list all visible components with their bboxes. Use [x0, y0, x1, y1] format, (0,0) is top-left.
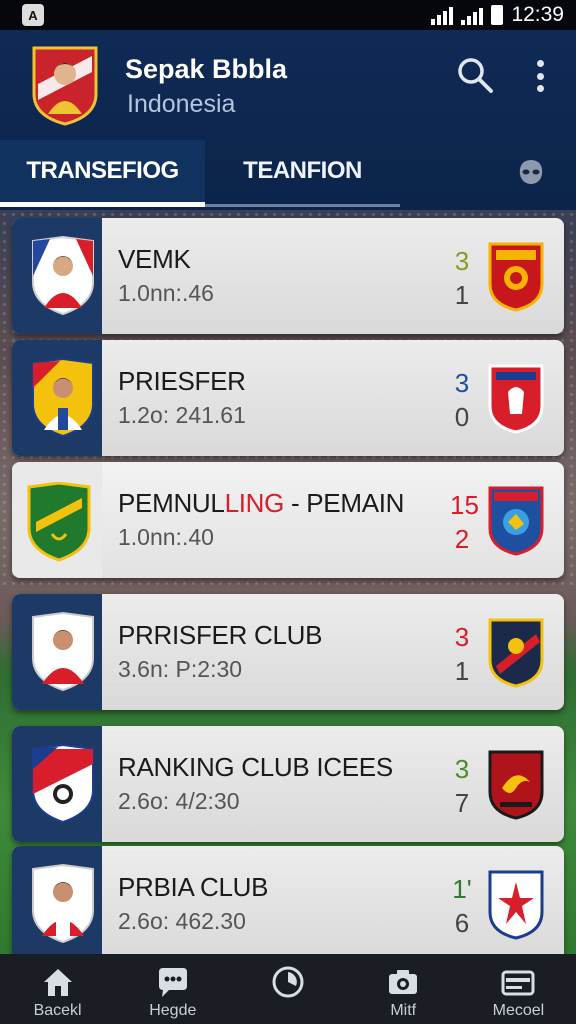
nav-item-camera[interactable]: Mitf — [346, 954, 461, 1024]
score-top: 3 — [454, 754, 470, 784]
score-top: 1' — [452, 874, 472, 904]
list-item[interactable]: VEMK 1.0nn:.46 3 1 — [12, 218, 564, 334]
home-icon — [43, 969, 72, 996]
opponent-badge-icon — [488, 618, 544, 688]
match-time: 3.6n: P:2:30 — [118, 656, 243, 682]
score-top: 3 — [454, 368, 470, 398]
list-item[interactable]: PRBIA CLUB 2.6o: 462.30 1' 6 — [12, 846, 564, 962]
match-name-highlight: LING — [224, 488, 285, 518]
notification-icon: A — [22, 4, 44, 26]
match-time: 1.0nn:.40 — [118, 524, 214, 550]
wifi-signal-icon — [431, 5, 454, 25]
nav-label: Mecoel — [492, 1002, 545, 1019]
alien-icon[interactable] — [516, 157, 546, 187]
player-crest-icon — [32, 358, 94, 438]
match-time: 2.6o: 4/2:30 — [118, 788, 240, 814]
nav-item-home[interactable]: Bacekl — [0, 954, 115, 1024]
tab-transefiog[interactable]: TRANSEFIOG — [0, 140, 205, 202]
nav-label: Bacekl — [33, 1002, 82, 1019]
match-time: 1.2o: 241.61 — [118, 402, 246, 428]
match-name: PEMNULLING - PEMAIN — [118, 488, 405, 518]
club-crest-icon — [27, 482, 91, 562]
camera-icon — [389, 970, 418, 994]
score-bottom: 0 — [454, 402, 470, 432]
opponent-badge-icon — [488, 364, 544, 434]
app-subtitle: Indonesia — [127, 90, 236, 118]
list-item[interactable]: PEMNULLING - PEMAIN 1.0nn:.40 15 2 — [12, 462, 564, 578]
list-item[interactable]: RANKING CLUB ICEES 2.6o: 4/2:30 3 7 — [12, 726, 564, 842]
status-bar: A 12:39 — [0, 0, 576, 30]
match-name: RANKING CLUB ICEES — [118, 752, 393, 782]
bottom-navigation: Bacekl Hegde Mitf Mecoel — [0, 954, 576, 1024]
cell-signal-icon — [461, 5, 484, 25]
match-time: 2.6o: 462.30 — [118, 908, 246, 934]
wallet-icon — [501, 970, 535, 996]
chat-icon — [158, 968, 187, 997]
opponent-badge-icon — [488, 870, 544, 940]
clock-icon — [272, 966, 304, 998]
score-bottom: 6 — [454, 908, 470, 938]
nav-label: Mitf — [390, 1002, 417, 1019]
list-item[interactable]: PRRISFER CLUB 3.6n: P:2:30 3 1 — [12, 594, 564, 710]
more-menu-icon[interactable] — [530, 56, 550, 96]
list-item[interactable]: PRIESFER 1.2o: 241.61 3 0 — [12, 340, 564, 456]
player-crest-icon — [32, 236, 94, 316]
opponent-badge-icon — [488, 242, 544, 312]
match-name: PRRISFER CLUB — [118, 620, 323, 650]
club-logo-icon — [32, 46, 98, 126]
tab-teanfion[interactable]: TEANFION — [205, 140, 400, 202]
player-crest-icon — [32, 612, 94, 692]
match-name: PRBIA CLUB — [118, 872, 269, 902]
nav-label: Hegde — [149, 1002, 197, 1019]
score-bottom: 1 — [454, 656, 470, 686]
match-time: 1.0nn:.46 — [118, 280, 214, 306]
app-title: Sepak Bbbla — [125, 54, 288, 84]
nav-item-wallet[interactable]: Mecoel — [461, 954, 576, 1024]
match-name: PRIESFER — [118, 366, 246, 396]
nav-item-chat[interactable]: Hegde — [115, 954, 230, 1024]
status-time: 12:39 — [511, 3, 564, 26]
match-name: VEMK — [118, 244, 191, 274]
score-top: 3 — [454, 246, 470, 276]
nav-item-clock[interactable] — [230, 954, 345, 1024]
tab-inactive-indicator — [205, 204, 400, 207]
opponent-badge-icon — [488, 750, 544, 820]
search-icon[interactable] — [456, 56, 494, 94]
club-crest-icon — [32, 744, 94, 824]
tab-bar: TRANSEFIOG TEANFION — [0, 140, 576, 205]
score-top: 3 — [454, 622, 470, 652]
opponent-badge-icon — [488, 486, 544, 556]
score-bottom: 1 — [454, 280, 470, 310]
score-bottom: 7 — [454, 788, 470, 818]
score-top: 15 — [450, 490, 479, 520]
battery-icon — [491, 5, 504, 25]
player-crest-icon — [32, 864, 94, 944]
tab-active-indicator — [0, 202, 205, 207]
score-bottom: 2 — [454, 524, 470, 554]
status-right: 12:39 — [431, 3, 564, 27]
